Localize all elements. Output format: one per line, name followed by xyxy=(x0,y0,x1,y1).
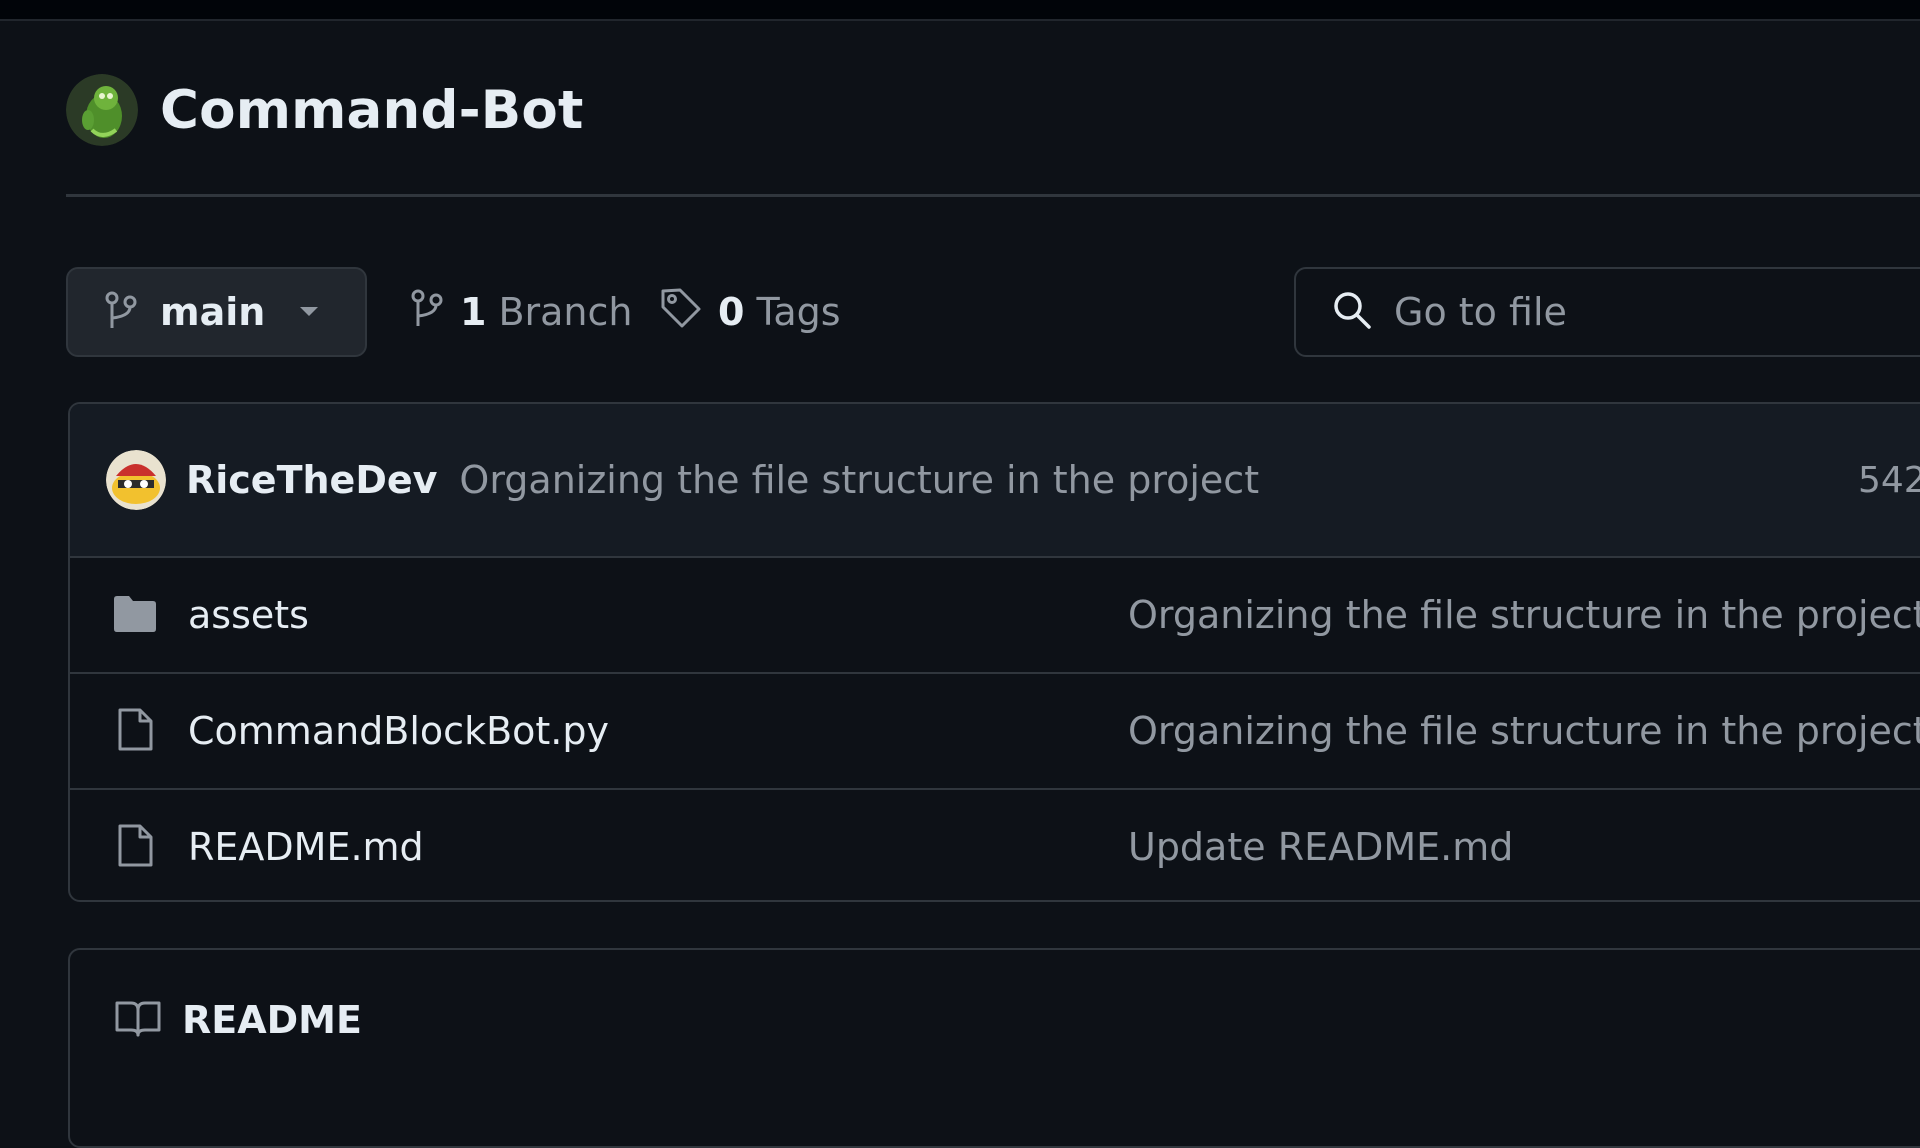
file-commit-message[interactable]: Update README.md xyxy=(1128,825,1513,869)
branch-name: main xyxy=(160,290,266,334)
git-branch-icon xyxy=(104,290,138,334)
commit-author-avatar[interactable] xyxy=(106,450,166,510)
file-commit-message[interactable]: Organizing the file structure in the pro… xyxy=(1128,593,1920,637)
branches-link[interactable]: 1 Branch xyxy=(410,267,633,357)
tags-link[interactable]: 0 Tags xyxy=(660,267,841,357)
repo-header: Command-Bot xyxy=(66,72,584,148)
header-divider xyxy=(66,194,1920,197)
commit-message[interactable]: Organizing the file structure in the pro… xyxy=(459,458,1259,502)
book-icon xyxy=(114,998,162,1042)
readme-title[interactable]: README xyxy=(182,998,362,1042)
readme-header: README xyxy=(114,998,362,1042)
repo-toolbar: main 1 Branch 0 Tags xyxy=(66,266,1920,360)
tag-count: 0 xyxy=(718,290,745,334)
repo-owner-avatar[interactable] xyxy=(66,74,138,146)
go-to-file-input[interactable] xyxy=(1392,289,1816,335)
file-row-assets[interactable]: assets Organizing the file structure in … xyxy=(70,558,1920,674)
file-name[interactable]: README.md xyxy=(188,825,424,869)
file-name[interactable]: assets xyxy=(188,593,309,637)
go-to-file-search[interactable] xyxy=(1294,267,1920,357)
file-row-readme[interactable]: README.md Update README.md xyxy=(70,790,1920,900)
latest-commit-row: RiceTheDev Organizing the file structure… xyxy=(70,404,1920,558)
file-icon xyxy=(112,707,158,753)
search-icon xyxy=(1332,290,1372,334)
file-browser: RiceTheDev Organizing the file structure… xyxy=(68,402,1920,902)
readme-panel: README xyxy=(68,948,1920,1148)
commit-hash[interactable]: 5425 xyxy=(1858,404,1920,556)
top-navigation-bar xyxy=(0,0,1920,21)
git-branch-icon xyxy=(410,288,444,337)
folder-icon xyxy=(112,591,158,637)
tag-label: Tags xyxy=(756,290,841,334)
branch-label: Branch xyxy=(498,290,633,334)
file-commit-message[interactable]: Organizing the file structure in the pro… xyxy=(1128,709,1920,753)
commit-author[interactable]: RiceTheDev xyxy=(186,458,437,502)
branch-selector-button[interactable]: main xyxy=(66,267,367,357)
branch-count: 1 xyxy=(460,290,487,334)
caret-down-icon xyxy=(299,303,319,322)
file-name[interactable]: CommandBlockBot.py xyxy=(188,709,609,753)
tag-icon xyxy=(660,287,702,338)
file-icon xyxy=(112,823,158,869)
repo-title[interactable]: Command-Bot xyxy=(160,80,584,141)
file-row-commandblockbot[interactable]: CommandBlockBot.py Organizing the file s… xyxy=(70,674,1920,790)
